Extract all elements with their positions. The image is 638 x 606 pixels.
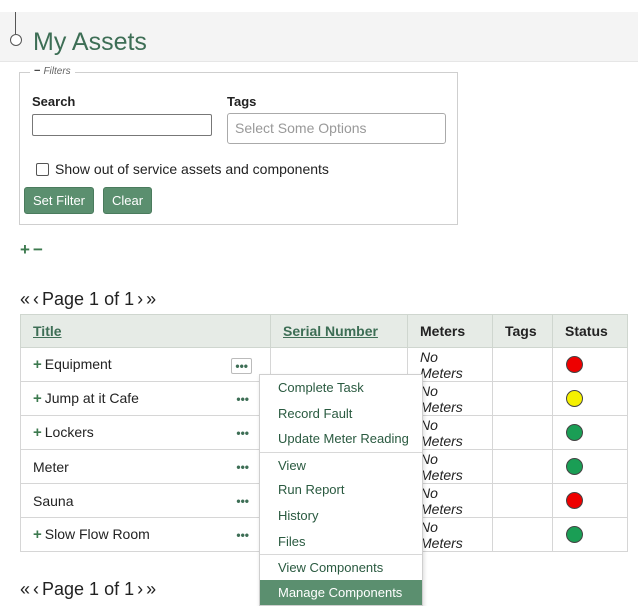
expand-row-icon[interactable]: + bbox=[33, 424, 42, 441]
menu-item-history[interactable]: History bbox=[260, 503, 422, 529]
filters-legend[interactable]: − Filters bbox=[30, 65, 75, 77]
status-red-icon bbox=[566, 356, 583, 374]
row-actions-button[interactable]: ••• bbox=[233, 494, 252, 508]
tags-select[interactable]: Select Some Options bbox=[227, 113, 446, 144]
title-cell: + Slow Flow Room ••• bbox=[20, 517, 271, 552]
expand-row-icon[interactable]: + bbox=[33, 356, 42, 373]
serial-column-header[interactable]: Serial Number bbox=[270, 314, 408, 348]
menu-item-complete-task[interactable]: Complete Task bbox=[260, 375, 422, 401]
row-actions-button[interactable]: ••• bbox=[233, 528, 252, 542]
title-cell: Meter ••• bbox=[20, 449, 271, 484]
status-yellow-icon bbox=[566, 390, 583, 408]
out-of-service-checkbox[interactable] bbox=[36, 162, 49, 176]
expand-collapse-all: +− bbox=[20, 240, 46, 260]
expand-row-icon[interactable]: + bbox=[33, 390, 42, 407]
menu-item-files[interactable]: Files bbox=[260, 529, 422, 555]
tags-cell bbox=[492, 381, 553, 416]
row-actions-button[interactable]: ••• bbox=[233, 426, 252, 440]
status-green-icon bbox=[566, 526, 583, 544]
next-page-icon[interactable]: › bbox=[137, 289, 143, 310]
status-green-icon bbox=[566, 424, 583, 442]
expand-all-icon[interactable]: + bbox=[20, 240, 33, 259]
tags-cell bbox=[492, 449, 553, 484]
title-cell: + Lockers ••• bbox=[20, 415, 271, 450]
status-cell bbox=[552, 483, 628, 518]
tree-node-icon bbox=[10, 34, 22, 46]
status-column-header: Status bbox=[552, 314, 628, 348]
asset-title[interactable]: Jump at it Cafe bbox=[45, 390, 139, 406]
asset-title[interactable]: Sauna bbox=[33, 493, 73, 509]
tags-cell bbox=[492, 517, 553, 552]
status-cell bbox=[552, 517, 628, 552]
status-green-icon bbox=[566, 458, 583, 476]
pager-top: « ‹ Page 1 of 1 › » bbox=[20, 289, 156, 310]
next-page-icon[interactable]: › bbox=[137, 579, 143, 600]
search-input[interactable] bbox=[32, 114, 212, 136]
out-of-service-option[interactable]: Show out of service assets and component… bbox=[36, 161, 329, 177]
row-actions-button[interactable]: ••• bbox=[233, 460, 252, 474]
set-filter-button[interactable]: Set Filter bbox=[24, 187, 95, 214]
table-header-row: Title Serial Number Meters Tags Status bbox=[20, 314, 628, 348]
menu-item-manage-components[interactable]: Manage Components bbox=[260, 579, 422, 606]
title-cell: + Jump at it Cafe ••• bbox=[20, 381, 271, 416]
tags-cell bbox=[492, 483, 553, 518]
tags-cell bbox=[492, 347, 553, 382]
asset-title[interactable]: Slow Flow Room bbox=[45, 526, 150, 542]
asset-title[interactable]: Equipment bbox=[45, 356, 112, 372]
filters-panel: − Filters Search Tags Select Some Option… bbox=[19, 65, 458, 225]
menu-item-update-meter-reading[interactable]: Update Meter Reading bbox=[260, 426, 422, 452]
row-context-menu: Complete Task Record Fault Update Meter Re… bbox=[259, 374, 423, 606]
menu-item-view-components[interactable]: View Components bbox=[260, 554, 422, 580]
top-bar bbox=[0, 0, 638, 12]
title-column-header[interactable]: Title bbox=[20, 314, 271, 348]
status-cell bbox=[552, 449, 628, 484]
expand-row-icon[interactable]: + bbox=[33, 526, 42, 543]
prev-page-icon[interactable]: ‹ bbox=[33, 289, 39, 310]
menu-item-run-report[interactable]: Run Report bbox=[260, 477, 422, 503]
first-page-icon[interactable]: « bbox=[20, 289, 30, 310]
page-indicator: Page 1 of 1 bbox=[42, 289, 135, 309]
row-actions-button[interactable]: ••• bbox=[231, 358, 252, 374]
page-indicator: Page 1 of 1 bbox=[42, 579, 135, 599]
last-page-icon[interactable]: » bbox=[146, 289, 156, 310]
minus-icon[interactable]: − bbox=[34, 65, 40, 77]
tags-column-header: Tags bbox=[492, 314, 553, 348]
tree-connector-line bbox=[15, 12, 16, 34]
status-cell bbox=[552, 415, 628, 450]
meters-column-header: Meters bbox=[407, 314, 493, 348]
filters-legend-label: Filters bbox=[43, 65, 71, 77]
status-cell bbox=[552, 381, 628, 416]
first-page-icon[interactable]: « bbox=[20, 579, 30, 600]
menu-item-record-fault[interactable]: Record Fault bbox=[260, 401, 422, 427]
row-actions-button[interactable]: ••• bbox=[233, 392, 252, 406]
last-page-icon[interactable]: » bbox=[146, 579, 156, 600]
title-cell: Sauna ••• bbox=[20, 483, 271, 518]
title-cell: + Equipment ••• bbox=[20, 347, 271, 382]
asset-title[interactable]: Lockers bbox=[45, 424, 94, 440]
out-of-service-label: Show out of service assets and component… bbox=[55, 161, 329, 177]
search-label: Search bbox=[32, 94, 76, 109]
status-red-icon bbox=[566, 492, 583, 510]
pager-bottom: « ‹ Page 1 of 1 › » bbox=[20, 579, 156, 600]
tags-label: Tags bbox=[227, 94, 257, 109]
page-title: My Assets bbox=[33, 28, 147, 56]
prev-page-icon[interactable]: ‹ bbox=[33, 579, 39, 600]
asset-title[interactable]: Meter bbox=[33, 459, 69, 475]
clear-button[interactable]: Clear bbox=[103, 187, 153, 214]
status-cell bbox=[552, 347, 628, 382]
tags-cell bbox=[492, 415, 553, 450]
menu-item-view[interactable]: View bbox=[260, 451, 422, 478]
collapse-all-icon[interactable]: − bbox=[33, 240, 46, 259]
